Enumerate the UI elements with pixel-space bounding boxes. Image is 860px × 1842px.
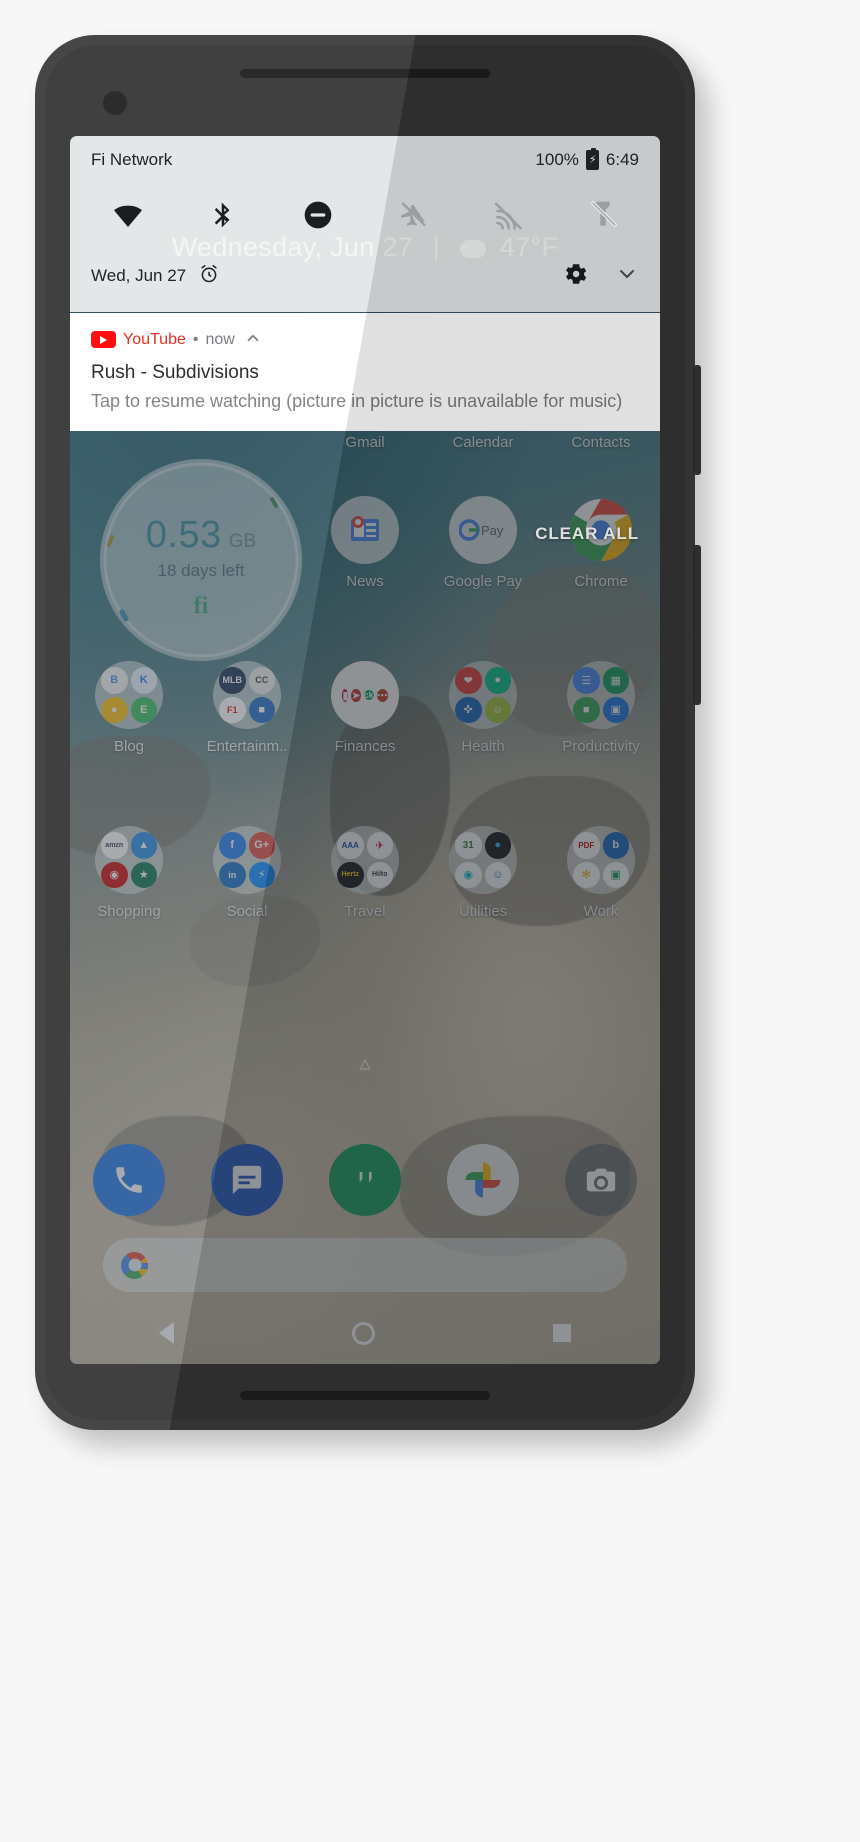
notification-card[interactable]: YouTube • now Rush - Subdivisions Tap to… bbox=[70, 313, 660, 432]
do-not-disturb-icon[interactable] bbox=[295, 192, 341, 238]
battery-percent-label: 100% bbox=[535, 150, 579, 169]
carrier-label: Fi Network bbox=[91, 150, 173, 169]
wifi-icon[interactable] bbox=[105, 192, 151, 238]
chevron-down-icon[interactable] bbox=[615, 262, 639, 290]
earpiece-speaker bbox=[240, 69, 490, 78]
notification-time: now bbox=[205, 330, 235, 348]
quick-settings-panel: Wednesday, Jun 27 | 47°F Fi Network 100%… bbox=[70, 136, 660, 312]
notification-title: Rush - Subdivisions bbox=[91, 362, 259, 383]
status-bar-right: 100% ⚡ 6:49 bbox=[535, 148, 639, 170]
flashlight-off-icon[interactable] bbox=[580, 192, 626, 238]
front-camera bbox=[103, 91, 127, 115]
bluetooth-icon[interactable] bbox=[200, 192, 246, 238]
clock-label: 6:49 bbox=[605, 150, 639, 169]
bottom-speaker bbox=[240, 1391, 490, 1400]
quick-setting-tiles bbox=[70, 184, 660, 246]
quick-settings-footer: Wed, Jun 27 bbox=[70, 246, 660, 306]
alarm-clock-icon bbox=[198, 263, 220, 290]
chevron-up-icon[interactable] bbox=[244, 329, 262, 350]
status-bar: Fi Network 100% ⚡ 6:49 bbox=[70, 136, 660, 184]
cast-off-icon[interactable] bbox=[485, 192, 531, 238]
notification-shade: Wednesday, Jun 27 | 47°F Fi Network 100%… bbox=[70, 136, 660, 432]
notification-separator: • bbox=[192, 330, 199, 348]
youtube-icon bbox=[91, 331, 116, 348]
airplane-mode-off-icon[interactable] bbox=[390, 192, 436, 238]
phone-frame: 0.53 GB 18 days left fi Gmail Calendar C… bbox=[35, 35, 701, 1430]
phone-screen: 0.53 GB 18 days left fi Gmail Calendar C… bbox=[70, 136, 660, 1364]
battery-charging-icon: ⚡ bbox=[585, 148, 599, 170]
power-button[interactable] bbox=[693, 365, 701, 475]
notification-body: Tap to resume watching (picture in pictu… bbox=[91, 391, 623, 411]
shade-divider bbox=[70, 312, 660, 313]
notification-header: YouTube • now bbox=[91, 329, 639, 350]
gear-icon[interactable] bbox=[563, 261, 589, 292]
volume-button[interactable] bbox=[693, 545, 701, 705]
date-label: Wed, Jun 27 bbox=[91, 266, 187, 285]
clear-all-button[interactable]: CLEAR ALL bbox=[535, 524, 639, 544]
notification-app-name: YouTube bbox=[123, 330, 186, 348]
